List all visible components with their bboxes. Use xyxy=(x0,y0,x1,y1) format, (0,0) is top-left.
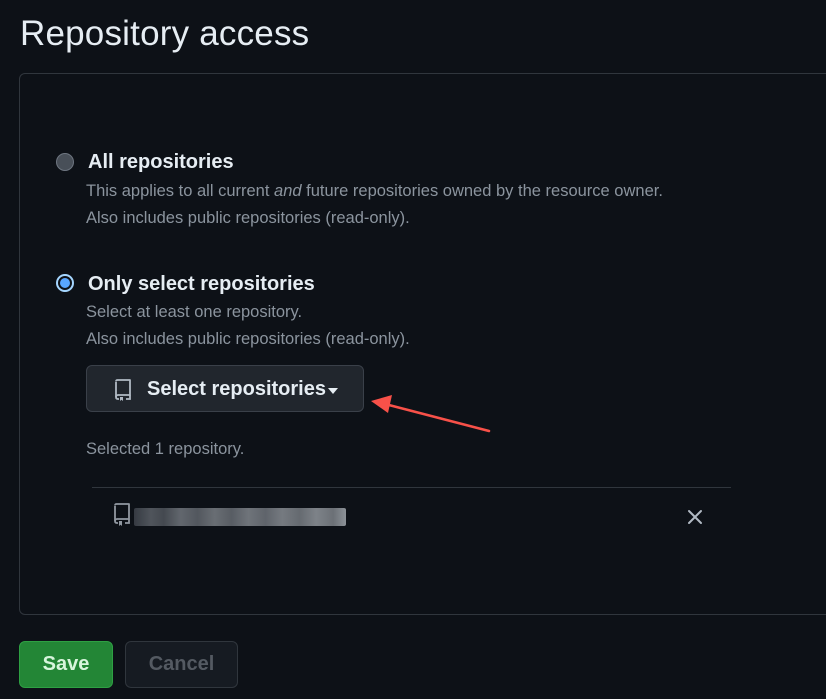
only-select-repositories-label[interactable]: Only select repositories xyxy=(88,273,315,296)
all-repositories-label[interactable]: All repositories xyxy=(88,151,234,174)
selected-repositories-summary: Selected 1 repository. xyxy=(86,440,245,458)
all-repositories-radio[interactable] xyxy=(56,153,74,171)
all-repositories-desc-emphasis: and xyxy=(274,182,302,200)
close-icon[interactable] xyxy=(684,506,706,528)
all-repositories-desc-after: future repositories owned by the resourc… xyxy=(301,182,663,200)
all-repositories-desc-before: This applies to all current xyxy=(86,182,275,200)
page-title: Repository access xyxy=(20,14,310,53)
only-select-repositories-radio[interactable] xyxy=(56,274,74,292)
caret-down-icon xyxy=(328,388,338,394)
select-repositories-button-label: Select repositories xyxy=(147,378,326,400)
repo-icon xyxy=(115,379,131,401)
cancel-button[interactable]: Cancel xyxy=(125,641,238,688)
save-button[interactable]: Save xyxy=(19,641,113,688)
repo-icon xyxy=(114,503,130,526)
only-select-repositories-description: Select at least one repository. xyxy=(86,303,303,321)
all-repositories-description: This applies to all current and future r… xyxy=(86,182,663,201)
all-repositories-public-note: Also includes public repositories (read-… xyxy=(86,209,410,227)
selected-list-divider xyxy=(92,487,731,488)
only-select-repositories-public-note: Also includes public repositories (read-… xyxy=(86,330,410,348)
repository-name-redacted xyxy=(134,508,346,526)
select-repositories-button[interactable]: Select repositories xyxy=(86,365,364,412)
